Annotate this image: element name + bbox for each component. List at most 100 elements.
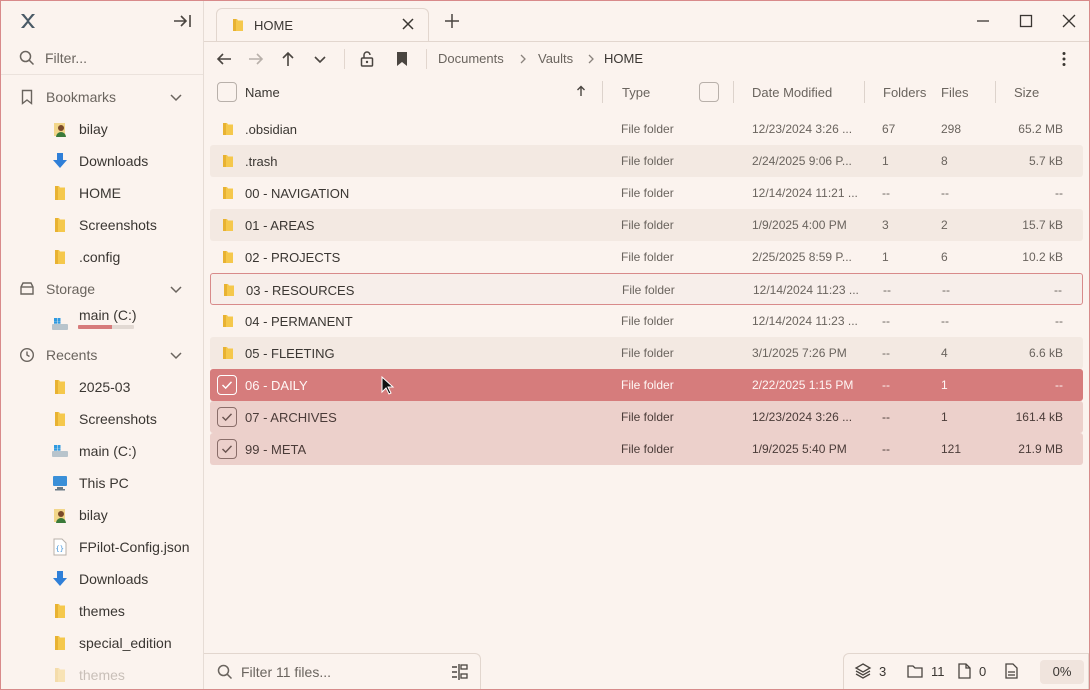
folder-icon (220, 249, 236, 265)
cell-date-modified: 12/23/2024 3:26 ... (752, 122, 853, 136)
column-divider[interactable] (602, 81, 603, 103)
cell-type: File folder (621, 154, 674, 168)
table-row[interactable]: 05 - FLEETING File folder 3/1/2025 7:26 PM… (210, 337, 1083, 369)
storage-drive-icon (20, 282, 34, 295)
bookmark-item[interactable]: Screenshots (1, 209, 203, 241)
column-header-date-modified[interactable]: Date Modified (752, 85, 832, 100)
storage-usage-fill (78, 325, 112, 329)
cell-folders: 67 (882, 122, 896, 136)
chevron-down-icon[interactable] (169, 348, 183, 362)
recent-item[interactable]: This PC (1, 467, 203, 499)
file-filter-box (204, 653, 481, 689)
folder-icon (51, 378, 69, 396)
table-row[interactable]: 04 - PERMANENT File folder 12/14/2024 11:2… (210, 305, 1083, 337)
column-header-files[interactable]: Files (941, 85, 968, 100)
bookmark-item[interactable]: bilay (1, 113, 203, 145)
breadcrumb-vaults[interactable]: Vaults (538, 51, 573, 66)
sidebar-item-label: 2025-03 (79, 379, 131, 395)
recent-item[interactable]: Downloads (1, 563, 203, 595)
cell-size: -- (1055, 314, 1063, 328)
folder-icon (51, 248, 69, 266)
cell-date-modified: 1/9/2025 4:00 PM (752, 218, 847, 232)
maximize-icon[interactable] (1018, 13, 1034, 29)
table-row[interactable]: .obsidian File folder 12/23/2024 3:26 ... 6… (210, 113, 1083, 145)
table-row[interactable]: 03 - RESOURCES File folder 12/14/2024 11:2… (210, 273, 1083, 305)
sidebar-filter-input[interactable] (45, 49, 195, 67)
window-close-icon[interactable] (1061, 13, 1077, 29)
cell-name: .trash (245, 154, 278, 169)
search-icon (217, 664, 233, 680)
recents-section-header[interactable]: Recents (1, 339, 203, 371)
storage-item-drive[interactable]: main (C:) (1, 305, 203, 339)
recent-item[interactable]: bilay (1, 499, 203, 531)
more-vertical-icon[interactable] (1055, 50, 1073, 68)
select-all-checkbox[interactable] (217, 82, 237, 102)
folder-icon (51, 216, 69, 234)
recent-item[interactable]: Screenshots (1, 403, 203, 435)
progress-percent: 0% (1040, 660, 1084, 684)
table-row[interactable]: .trash File folder 2/24/2025 9:06 P... 1 8 5.… (210, 145, 1083, 177)
drive-icon (51, 442, 69, 460)
cell-files: 1 (941, 410, 948, 424)
row-checkbox[interactable] (217, 439, 237, 459)
cell-files: 4 (941, 346, 948, 360)
breadcrumb-documents[interactable]: Documents (438, 51, 504, 66)
sidebar-item-label: themes (79, 667, 125, 683)
new-tab-plus-icon[interactable] (444, 13, 460, 29)
breadcrumb-home[interactable]: HOME (604, 51, 643, 66)
table-row[interactable]: 00 - NAVIGATION File folder 12/14/2024 11:… (210, 177, 1083, 209)
bookmark-item[interactable]: Downloads (1, 145, 203, 177)
row-checkbox[interactable] (217, 375, 237, 395)
chevron-down-icon[interactable] (169, 90, 183, 104)
chevron-down-icon[interactable] (169, 282, 183, 296)
row-checkbox[interactable] (217, 407, 237, 427)
cell-date-modified: 1/9/2025 5:40 PM (752, 442, 847, 456)
column-divider[interactable] (995, 81, 996, 103)
table-row[interactable]: 07 - ARCHIVES File folder 12/23/2024 3:26 … (210, 401, 1083, 433)
sidebar-item-label: HOME (79, 185, 121, 201)
minimize-icon[interactable] (975, 13, 991, 29)
download-arrow-icon (51, 570, 69, 588)
recent-item[interactable]: 2025-03 (1, 371, 203, 403)
table-row[interactable]: 01 - AREAS File folder 1/9/2025 4:00 PM 3 2 1… (210, 209, 1083, 241)
column-divider[interactable] (864, 81, 865, 103)
bookmark-item[interactable]: .config (1, 241, 203, 273)
folder-icon (220, 345, 236, 361)
recent-item[interactable]: special_edition (1, 627, 203, 659)
chevron-right-icon (520, 54, 526, 64)
table-row[interactable]: 02 - PROJECTS File folder 2/25/2025 8:59 P… (210, 241, 1083, 273)
recent-item[interactable]: main (C:) (1, 435, 203, 467)
recent-item[interactable]: {} FPilot-Config.json (1, 531, 203, 563)
column-header-type[interactable]: Type (622, 85, 650, 100)
cell-name: 05 - FLEETING (245, 346, 335, 361)
bookmark-item[interactable]: HOME (1, 177, 203, 209)
sidebar-item-label: .config (79, 249, 121, 265)
column-header-name[interactable]: Name (245, 85, 280, 100)
history-chevron-down-icon[interactable] (311, 50, 329, 68)
type-column-checkbox[interactable] (699, 82, 719, 102)
bookmarks-section-header[interactable]: Bookmarks (1, 81, 203, 113)
table-row[interactable]: 06 - DAILY File folder 2/22/2025 1:15 PM --… (210, 369, 1083, 401)
up-arrow-icon[interactable] (279, 50, 297, 68)
file-filter-input[interactable] (241, 663, 431, 681)
storage-section-header[interactable]: Storage (1, 273, 203, 305)
unlock-icon[interactable] (358, 50, 376, 68)
cell-folders: -- (883, 283, 891, 297)
sort-ascending-icon[interactable] (576, 85, 586, 97)
folder-icon (220, 185, 236, 201)
back-arrow-icon[interactable] (215, 50, 233, 68)
close-icon[interactable] (401, 17, 415, 31)
cell-folders: -- (882, 186, 890, 200)
column-header-size[interactable]: Size (1014, 85, 1039, 100)
recent-item[interactable]: themes (1, 659, 203, 690)
recent-item[interactable]: themes (1, 595, 203, 627)
filter-options-icon[interactable] (449, 662, 469, 682)
bookmark-filled-icon[interactable] (393, 50, 411, 68)
tab-home[interactable]: HOME (216, 8, 429, 41)
sidebar-item-label: special_edition (79, 635, 172, 651)
column-header-folders[interactable]: Folders (883, 85, 926, 100)
table-row[interactable]: 99 - META File folder 1/9/2025 5:40 PM -- 12… (210, 433, 1083, 465)
column-divider[interactable] (733, 81, 734, 103)
forward-arrow-icon[interactable] (247, 50, 265, 68)
collapse-sidebar-icon[interactable] (171, 12, 193, 30)
